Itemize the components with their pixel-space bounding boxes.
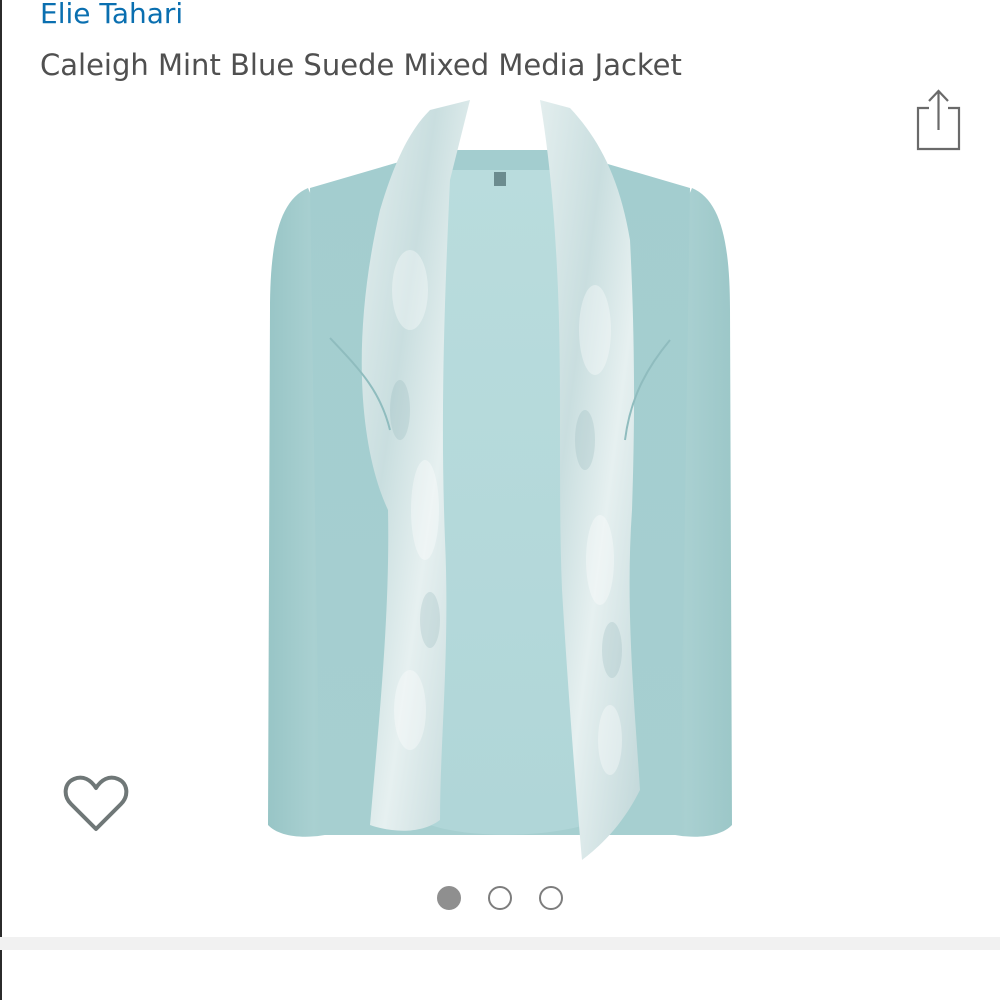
section-divider — [0, 937, 1000, 950]
share-icon — [916, 89, 961, 151]
jacket-image — [268, 100, 732, 860]
share-button[interactable] — [910, 86, 968, 156]
product-title: Caleigh Mint Blue Suede Mixed Media Jack… — [40, 48, 682, 82]
window-edge — [0, 0, 2, 1000]
pager-dot-3[interactable] — [539, 886, 563, 910]
pager-dot-2[interactable] — [488, 886, 512, 910]
heart-outline-icon — [63, 775, 129, 831]
product-image[interactable] — [240, 90, 760, 880]
wishlist-button[interactable] — [62, 772, 130, 836]
brand-link[interactable]: Elie Tahari — [40, 0, 183, 34]
product-detail-page: Elie Tahari Caleigh Mint Blue Suede Mixe… — [0, 0, 1000, 1000]
image-pager — [0, 886, 1000, 914]
pager-dot-1[interactable] — [437, 886, 461, 910]
